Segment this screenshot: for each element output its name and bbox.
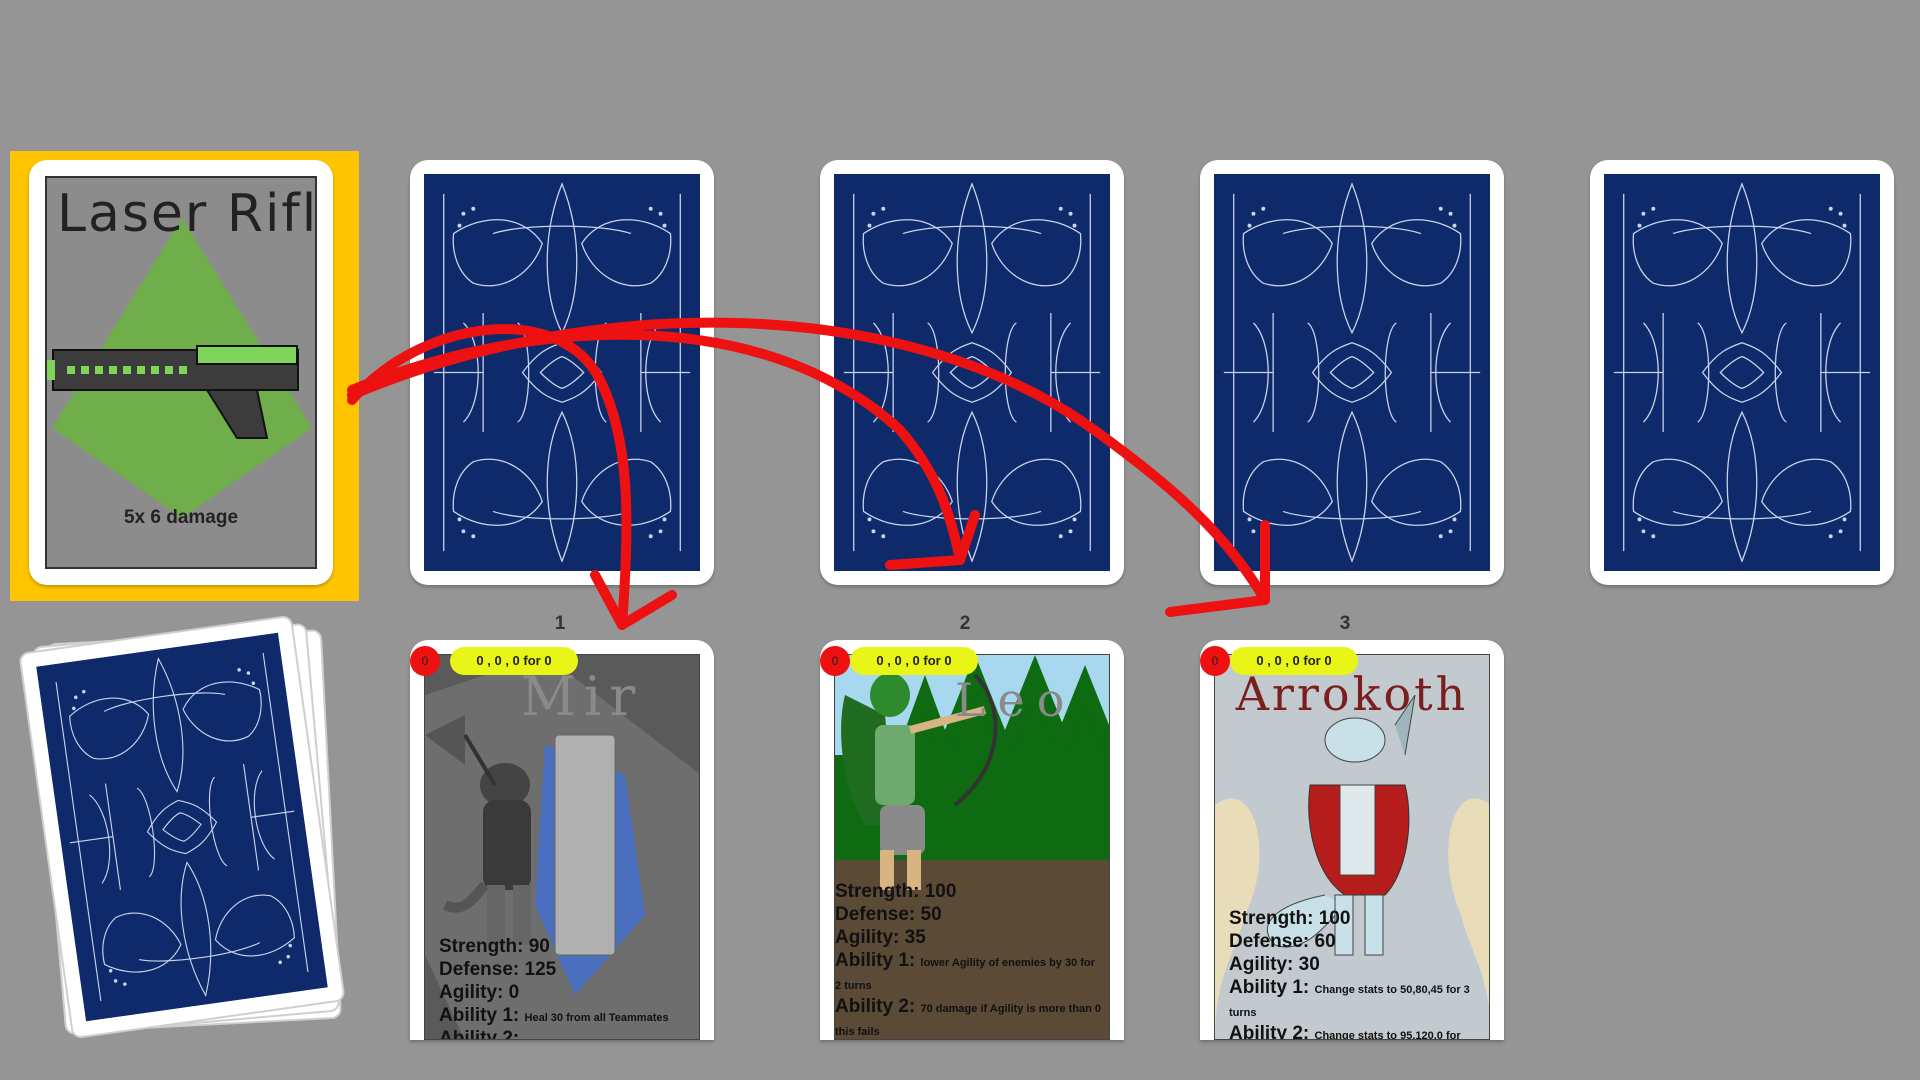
character-stats: Strength: 90 Defense: 125 Agility: 0 Abi… — [439, 935, 693, 1040]
stat-defense: Defense: 50 — [835, 904, 942, 925]
card-back-pattern — [1604, 174, 1880, 571]
slot-number-3: 3 — [1339, 613, 1351, 634]
slot-1-count-badge: 0 — [410, 646, 440, 676]
slot-3-status-pill: 0 , 0 , 0 for 0 — [1230, 647, 1358, 675]
character-card-leo[interactable]: Leo Strength: 100 Defense: 50 Agility: 3… — [820, 640, 1124, 1040]
ability-2-text: Change stats to 95,120,0 for — [1314, 1030, 1461, 1040]
weapon-card[interactable]: Laser Rifle 5x 6 damage — [29, 160, 333, 585]
character-art: Arrokoth Strength: 100 Defense: 60 Agili… — [1214, 654, 1490, 1040]
stat-ability-1: Ability 1: Change stats to 50,80,45 for … — [1229, 976, 1483, 1022]
slot-3-count-badge: 0 — [1200, 646, 1230, 676]
slot-2-status-pill: 0 , 0 , 0 for 0 — [850, 647, 978, 675]
ability-1-label: Ability 1: — [439, 1005, 520, 1026]
stat-agility: Agility: 0 — [439, 982, 520, 1003]
weapon-description: 5x 6 damage — [123, 507, 239, 528]
card-back-pattern — [36, 632, 328, 1022]
enemy-card-3[interactable] — [1200, 160, 1504, 585]
stat-strength: Strength: 100 — [1229, 908, 1351, 929]
ability-1-label: Ability 1: — [1229, 977, 1310, 998]
ability-1-text: Heal 30 from all Teammates — [524, 1012, 669, 1024]
character-art: Mir Strength: 90 Defense: 125 Agility: 0… — [424, 654, 700, 1040]
card-back-pattern — [1214, 174, 1490, 571]
character-name: Leo — [955, 673, 1077, 727]
ability-2-label: Ability 2: — [1229, 1023, 1310, 1040]
stat-ability-2: Ability 2: — [439, 1028, 520, 1040]
stat-agility: Agility: 30 — [1229, 954, 1320, 975]
stat-defense: Defense: 60 — [1229, 931, 1336, 952]
card-back-pattern — [424, 174, 700, 571]
deck-card-top — [18, 614, 346, 1040]
stat-ability-1: Ability 1: lower Agility of enemies by 3… — [835, 949, 1103, 995]
character-art: Leo Strength: 100 Defense: 50 Agility: 3… — [834, 654, 1110, 1040]
ability-1-label: Ability 1: — [835, 950, 916, 971]
enemy-card-4[interactable] — [1590, 160, 1894, 585]
enemy-card-1[interactable] — [410, 160, 714, 585]
stat-ability-2: Ability 2: 70 damage if Agility is more … — [835, 995, 1103, 1039]
enemy-card-2[interactable] — [820, 160, 1124, 585]
draw-pile[interactable] — [18, 614, 360, 1040]
stat-ability-2: Ability 2: Change stats to 95,120,0 for — [1229, 1022, 1483, 1040]
character-card-arrokoth[interactable]: Arrokoth Strength: 100 Defense: 60 Agili… — [1200, 640, 1504, 1040]
stat-ability-1: Ability 1: Heal 30 from all Teammates — [439, 1004, 693, 1027]
card-back-pattern — [834, 174, 1110, 571]
character-name: Arrokoth — [1235, 667, 1469, 721]
stat-agility: Agility: 35 — [835, 927, 926, 948]
slot-number-1: 1 — [554, 613, 566, 634]
weapon-card-face: Laser Rifle 5x 6 damage — [45, 176, 317, 569]
character-stats: Strength: 100 Defense: 60 Agility: 30 Ab… — [1229, 907, 1483, 1040]
character-stats: Strength: 100 Defense: 50 Agility: 35 Ab… — [835, 880, 1103, 1039]
slot-number-2: 2 — [959, 613, 971, 634]
stat-strength: Strength: 100 — [835, 881, 957, 902]
character-card-mir[interactable]: Mir Strength: 90 Defense: 125 Agility: 0… — [410, 640, 714, 1040]
stat-defense: Defense: 125 — [439, 959, 557, 980]
slot-2-count-badge: 0 — [820, 646, 850, 676]
slot-1-status-pill: 0 , 0 , 0 for 0 — [450, 647, 578, 675]
weapon-title: Laser Rifle — [57, 184, 317, 244]
ability-2-label: Ability 2: — [835, 996, 916, 1017]
stat-strength: Strength: 90 — [439, 936, 550, 957]
